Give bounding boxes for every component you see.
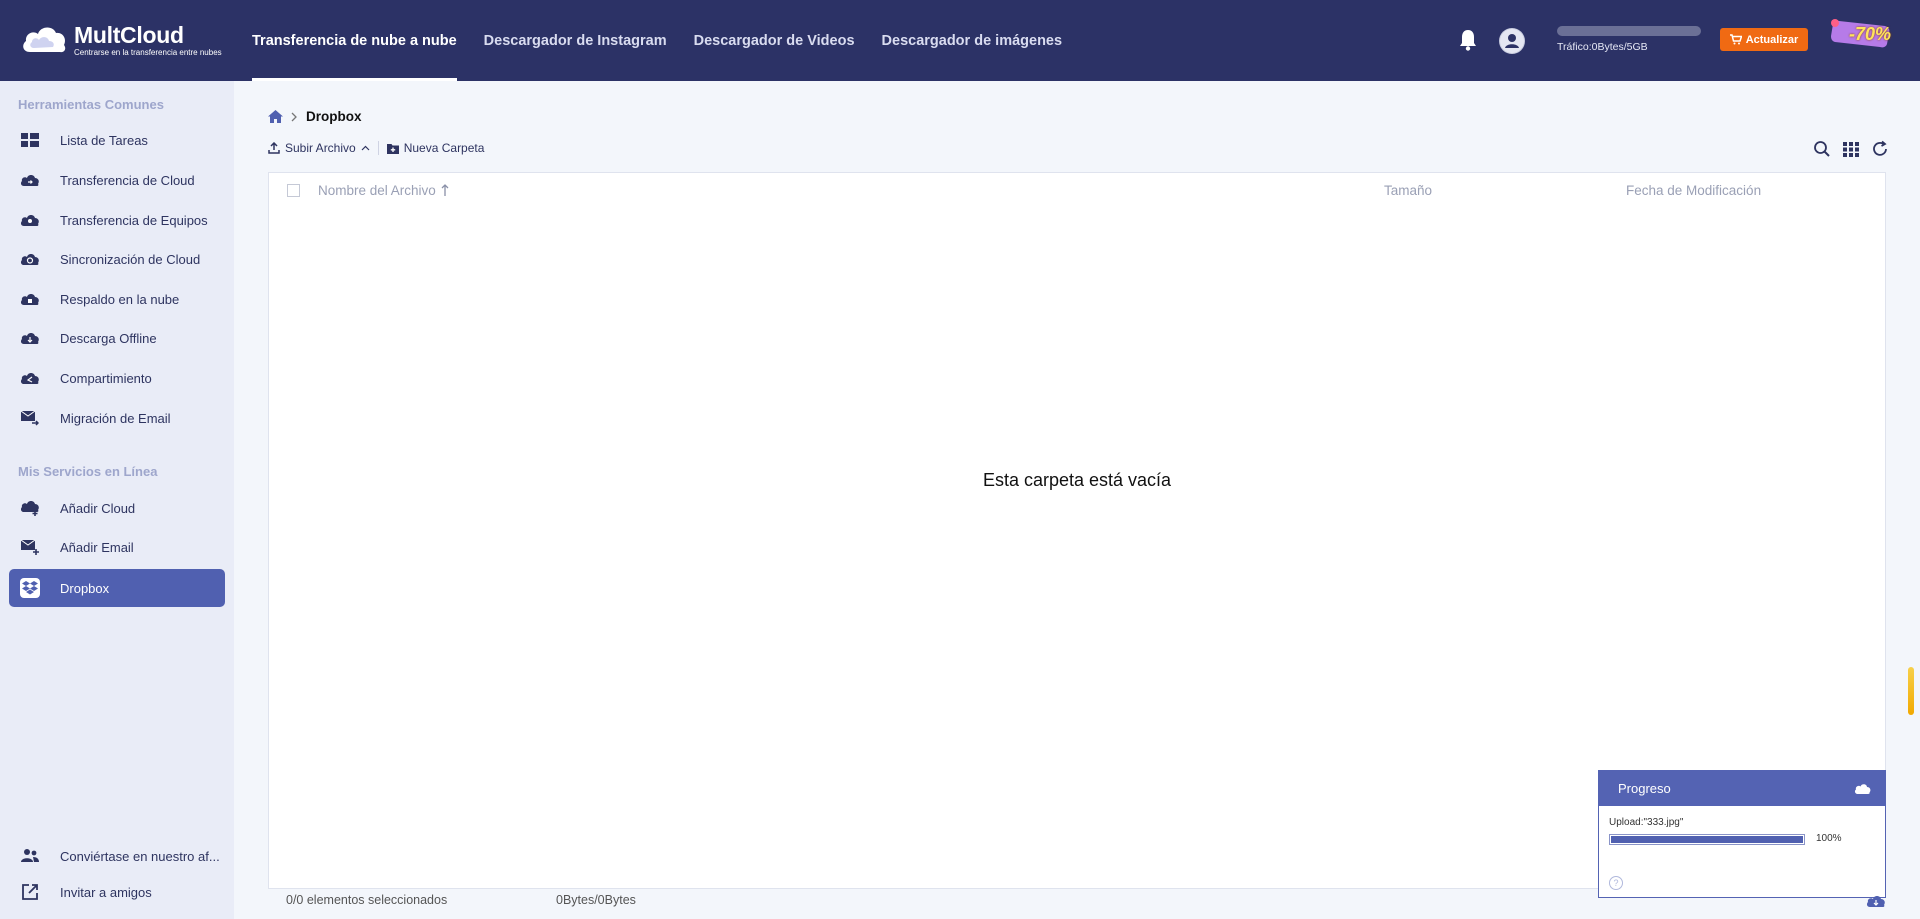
nav-image-downloader[interactable]: Descargador de imágenes xyxy=(882,0,1063,81)
sidebar-item-invite[interactable]: Invitar a amigos xyxy=(9,873,225,911)
sidebar-item-label: Lista de Tareas xyxy=(60,132,148,148)
progress-bar xyxy=(1609,834,1805,845)
nav-cloud-to-cloud[interactable]: Transferencia de nube a nube xyxy=(252,0,457,81)
sort-ascending-icon xyxy=(441,184,449,196)
sidebar-item-add-cloud[interactable]: Añadir Cloud xyxy=(9,489,225,527)
home-icon[interactable] xyxy=(268,110,283,123)
selection-size: 0Bytes/0Bytes xyxy=(556,893,636,907)
user-icon xyxy=(1500,29,1524,53)
sidebar-item-team-transfer[interactable]: Transferencia de Equipos xyxy=(9,201,225,239)
upgrade-label: Actualizar xyxy=(1745,33,1799,46)
cloud-sync-icon xyxy=(19,248,41,270)
progress-bar-fill xyxy=(1611,836,1803,843)
breadcrumb-current: Dropbox xyxy=(306,109,362,124)
sidebar-item-label: Transferencia de Cloud xyxy=(60,172,195,188)
sidebar: Herramientas Comunes Lista de Tareas Tra… xyxy=(0,81,234,919)
invite-icon xyxy=(19,881,41,903)
progress-percent: 100% xyxy=(1816,833,1842,844)
sidebar-item-offline-download[interactable]: Descarga Offline xyxy=(9,319,225,357)
progress-file-name: Upload:"333.jpg" xyxy=(1609,817,1684,828)
sidebar-item-label: Invitar a amigos xyxy=(60,884,152,900)
column-header-size[interactable]: Tamaño xyxy=(1384,183,1432,198)
sidebar-item-cloud-transfer[interactable]: Transferencia de Cloud xyxy=(9,161,225,199)
main-nav: Transferencia de nube a nube Descargador… xyxy=(252,0,1089,81)
cart-icon xyxy=(1729,34,1742,45)
cloud-transfer-icon xyxy=(19,169,41,191)
table-header: Nombre del Archivo Tamaño Fecha de Modif… xyxy=(269,173,1885,208)
new-folder-label: Nueva Carpeta xyxy=(403,141,485,155)
new-folder-button[interactable]: Nueva Carpeta xyxy=(386,141,485,155)
selection-count: 0/0 elementos seleccionados xyxy=(286,893,448,907)
sidebar-item-label: Sincronización de Cloud xyxy=(60,251,201,267)
search-icon[interactable] xyxy=(1813,140,1831,158)
brand-tagline: Centrarse en la transferencia entre nube… xyxy=(74,47,222,57)
sidebar-item-sharing[interactable]: Compartimiento xyxy=(9,359,225,397)
cloud-backup-icon xyxy=(19,288,41,310)
logo-cloud-icon xyxy=(23,27,66,53)
new-folder-icon xyxy=(386,143,399,154)
sidebar-item-label: Descarga Offline xyxy=(60,330,157,346)
column-header-date[interactable]: Fecha de Modificación xyxy=(1626,183,1761,198)
top-bar: MultCloud Centrarse en la transferencia … xyxy=(0,0,1920,81)
logo[interactable]: MultCloud Centrarse en la transferencia … xyxy=(20,22,222,58)
sidebar-item-label: Compartimiento xyxy=(60,370,152,386)
breadcrumb: Dropbox xyxy=(268,109,362,124)
nav-instagram-downloader[interactable]: Descargador de Instagram xyxy=(484,0,667,81)
toolbar: Subir Archivo Nueva Carpeta xyxy=(268,141,484,155)
sidebar-item-label: Añadir Cloud xyxy=(60,500,136,516)
toolbar-divider xyxy=(377,141,379,155)
column-name-label: Nombre del Archivo xyxy=(318,183,436,198)
empty-folder-message: Esta carpeta está vacía xyxy=(982,470,1172,490)
upload-file-button[interactable]: Subir Archivo xyxy=(268,141,370,155)
section-common-tools: Herramientas Comunes xyxy=(18,97,164,112)
sidebar-item-label: Dropbox xyxy=(60,580,110,596)
sidebar-item-cloud-sync[interactable]: Sincronización de Cloud xyxy=(9,240,225,278)
add-email-icon xyxy=(19,536,41,558)
cloud-icon[interactable] xyxy=(1854,783,1871,795)
offline-download-icon xyxy=(19,327,41,349)
traffic-text: Tráfico:0Bytes/5GB xyxy=(1557,41,1648,53)
chevron-right-icon xyxy=(291,112,297,121)
sidebar-item-cloud-backup[interactable]: Respaldo en la nube xyxy=(9,280,225,318)
brand-name: MultCloud xyxy=(74,21,184,48)
help-icon[interactable]: ? xyxy=(1609,876,1623,890)
upgrade-button[interactable]: Actualizar xyxy=(1720,28,1808,51)
column-header-name[interactable]: Nombre del Archivo xyxy=(318,183,449,198)
side-feedback-tab[interactable] xyxy=(1908,667,1914,715)
refresh-icon[interactable] xyxy=(1871,140,1889,158)
avatar[interactable] xyxy=(1499,28,1525,54)
email-migration-icon xyxy=(19,407,41,429)
sidebar-item-label: Respaldo en la nube xyxy=(60,291,180,307)
sidebar-item-email-migration[interactable]: Migración de Email xyxy=(9,399,225,437)
sidebar-item-label: Conviértase en nuestro af... xyxy=(60,848,220,864)
grid-icon xyxy=(19,129,41,151)
upload-icon xyxy=(268,142,280,154)
affiliate-icon xyxy=(19,845,41,867)
traffic-bar xyxy=(1557,26,1701,36)
sidebar-item-label: Migración de Email xyxy=(60,410,171,426)
upload-file-label: Subir Archivo xyxy=(285,141,356,155)
sidebar-item-label: Añadir Email xyxy=(60,539,134,555)
progress-panel: Progreso Upload:"333.jpg" 100% ? xyxy=(1598,770,1886,898)
grid-view-icon[interactable] xyxy=(1842,140,1860,158)
sidebar-item-affiliate[interactable]: Conviértase en nuestro af... xyxy=(9,837,225,875)
sidebar-item-label: Transferencia de Equipos xyxy=(60,212,208,228)
promo-discount: -70% xyxy=(1849,24,1892,44)
progress-title: Progreso xyxy=(1618,781,1671,796)
chevron-up-icon xyxy=(361,145,370,151)
progress-header[interactable]: Progreso xyxy=(1599,771,1885,806)
sidebar-item-task-list[interactable]: Lista de Tareas xyxy=(9,121,225,159)
dropbox-icon xyxy=(20,578,40,598)
bell-icon[interactable] xyxy=(1456,28,1480,52)
section-online-services: Mis Servicios en Línea xyxy=(18,464,158,479)
minimized-cloud-icon[interactable] xyxy=(1866,894,1886,908)
add-cloud-icon xyxy=(19,497,41,519)
sidebar-item-add-email[interactable]: Añadir Email xyxy=(9,528,225,566)
select-all-checkbox[interactable] xyxy=(287,184,300,197)
team-transfer-icon xyxy=(19,209,41,231)
share-icon xyxy=(19,367,41,389)
nav-video-downloader[interactable]: Descargador de Videos xyxy=(694,0,855,81)
sidebar-item-dropbox[interactable]: Dropbox xyxy=(9,569,225,607)
view-controls xyxy=(1813,140,1889,158)
